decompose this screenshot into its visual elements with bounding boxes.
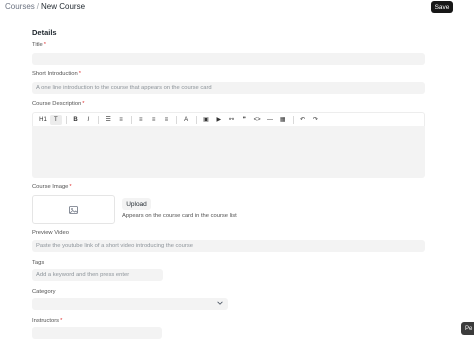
image-preview-box[interactable] (32, 195, 115, 224)
tags-input[interactable]: Add a keyword and then press enter (32, 269, 163, 281)
blockquote-icon[interactable]: ❞ (238, 115, 250, 125)
heading-icon[interactable]: H1 (37, 115, 49, 125)
floating-chip[interactable]: Pe (461, 322, 474, 335)
course-image-label: Course Image* (32, 184, 72, 190)
numbered-list-icon[interactable]: ≡ (115, 115, 127, 125)
image-helper-text: Appears on the course card in the course… (122, 213, 237, 219)
align-center-icon[interactable]: ≡ (148, 115, 160, 125)
title-input[interactable] (32, 53, 425, 65)
preview-video-input[interactable]: Paste the youtube link of a short video … (32, 240, 425, 252)
paragraph-icon[interactable]: T (49, 114, 62, 125)
chevron-down-icon (217, 301, 223, 307)
short-intro-input[interactable]: A one line introduction to the course th… (32, 82, 425, 94)
image-placeholder-icon (69, 201, 78, 219)
code-icon[interactable]: <> (251, 115, 263, 125)
save-button[interactable]: Save (431, 1, 453, 13)
instructors-input[interactable] (32, 327, 162, 339)
tags-label: Tags (32, 260, 45, 266)
required-marker: * (78, 71, 82, 77)
category-label: Category (32, 289, 56, 295)
undo-icon[interactable]: ↶ (297, 115, 309, 125)
toolbar-divider (292, 115, 294, 124)
bold-icon[interactable]: B (70, 115, 82, 125)
toolbar-divider (195, 115, 197, 124)
required-marker: * (82, 101, 85, 107)
required-marker: * (43, 42, 47, 48)
short-intro-label-text: Short Introduction (32, 71, 78, 77)
required-marker: * (60, 318, 63, 324)
preview-video-label: Preview Video (32, 230, 69, 236)
description-label: Course Description* (32, 101, 85, 107)
upload-button[interactable]: Upload (122, 198, 151, 210)
image-icon[interactable]: ▣ (200, 115, 212, 125)
toolbar-divider (65, 115, 67, 124)
course-image-label-text: Course Image (32, 184, 69, 190)
editor-toolbar: H1 T B I ☰ ≡ ≡ ≡ ≡ A ▣ ▶ ⚯ ❞ <> — ▦ ↶ ↷ (32, 112, 425, 126)
instructors-label: Instructors* (32, 318, 62, 324)
link-icon[interactable]: ⚯ (226, 115, 238, 125)
description-label-text: Course Description (32, 101, 82, 107)
redo-icon[interactable]: ↷ (309, 115, 321, 125)
title-label-text: Title (32, 42, 43, 48)
category-select[interactable] (32, 298, 228, 310)
title-label: Title* (32, 42, 46, 48)
top-bar: Courses / New Course Save (0, 0, 474, 16)
toolbar-divider (98, 115, 100, 124)
horizontal-rule-icon[interactable]: — (264, 115, 276, 125)
required-marker: * (69, 184, 72, 190)
video-icon[interactable]: ▶ (213, 115, 225, 125)
toolbar-divider (130, 115, 132, 124)
breadcrumb: Courses / New Course (5, 2, 85, 11)
table-icon[interactable]: ▦ (277, 115, 289, 125)
font-color-icon[interactable]: A (180, 115, 192, 125)
breadcrumb-courses-link[interactable]: Courses (5, 2, 35, 11)
breadcrumb-separator: / (36, 2, 40, 11)
short-intro-label: Short Introduction* (32, 71, 81, 77)
toolbar-divider (176, 115, 178, 124)
description-editor[interactable] (32, 126, 425, 178)
align-left-icon[interactable]: ≡ (135, 115, 147, 125)
breadcrumb-current: New Course (41, 2, 86, 11)
bullet-list-icon[interactable]: ☰ (102, 115, 114, 125)
section-title: Details (32, 28, 57, 37)
italic-icon[interactable]: I (82, 115, 94, 125)
instructors-label-text: Instructors (32, 318, 60, 324)
align-right-icon[interactable]: ≡ (160, 115, 172, 125)
